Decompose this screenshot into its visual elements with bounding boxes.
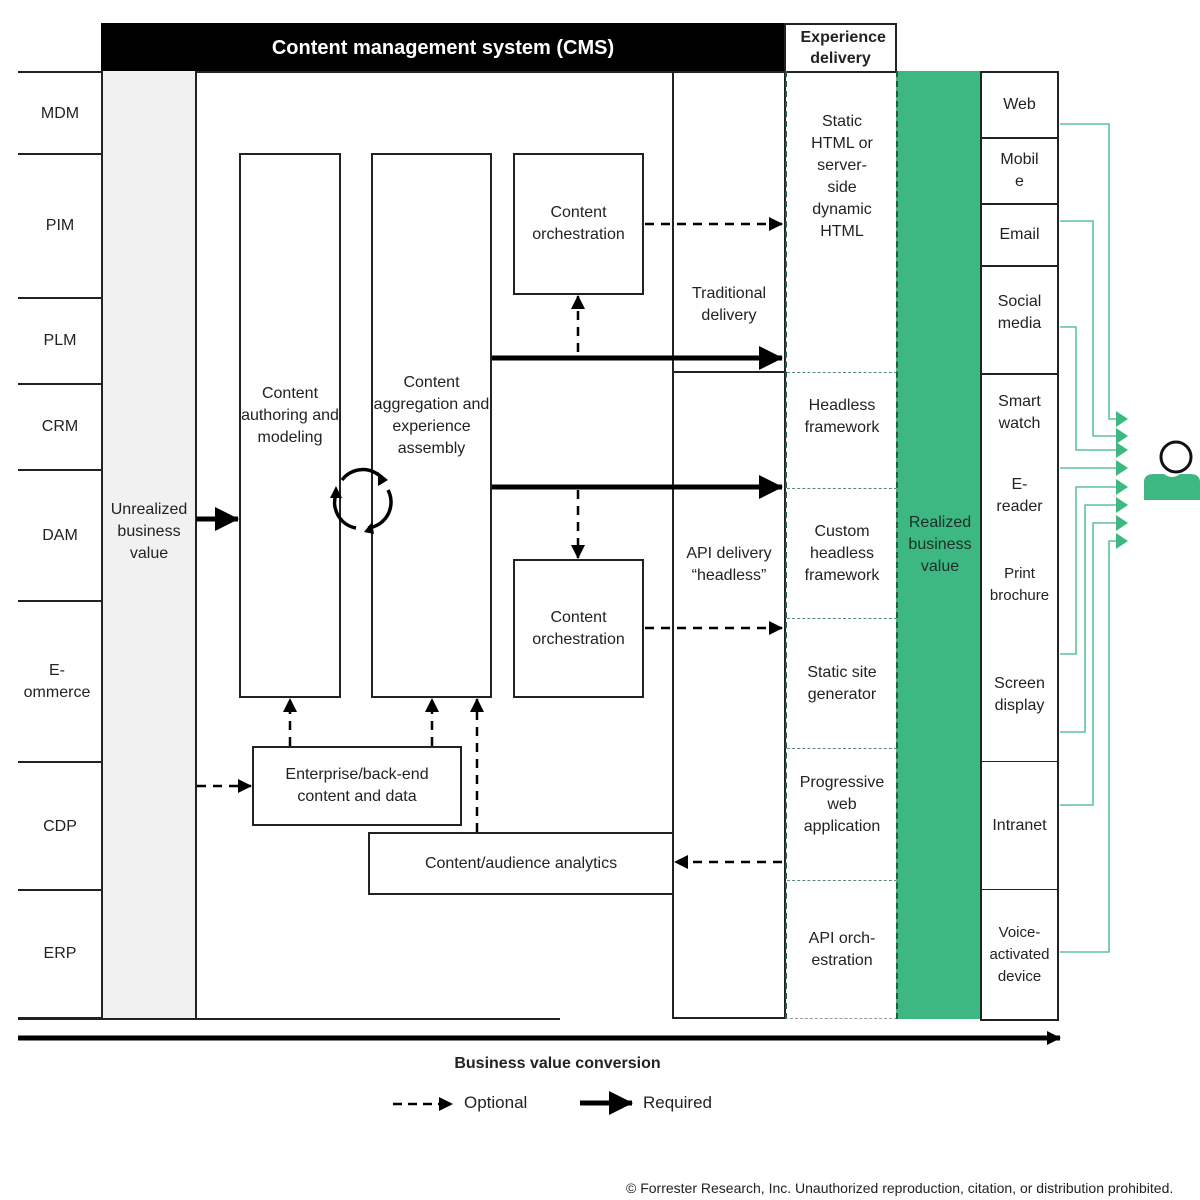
experience-title: Experience delivery <box>800 29 886 67</box>
experience-static-html: Static HTML or server-side dynamic HTML <box>787 71 897 373</box>
source-dam: DAM <box>18 469 102 600</box>
source-cdp: CDP <box>18 761 102 890</box>
source-ecommerce: E- ommerce <box>18 600 102 762</box>
realized-business-value: Realized business value <box>896 71 982 1019</box>
channel-smart-watch: Smart watch <box>980 375 1059 453</box>
channel-e-reader: E-reader <box>980 451 1059 543</box>
legend-required-label: Required <box>643 1093 712 1112</box>
content-orchestration-bottom-box: Content orchestration <box>513 559 644 698</box>
content-authoring-box: Content authoring and modeling <box>239 153 341 698</box>
source-systems: MDM PIM PLM CRM DAM E- ommerce CDP ERP <box>18 71 102 1019</box>
axis-label: Business value conversion <box>454 1055 661 1072</box>
channel-social-media: Social media <box>980 267 1059 375</box>
delivery-divider <box>672 371 786 373</box>
channel-voice-device: Voice-activated device <box>980 890 1059 1021</box>
channel-mobile: Mobil e <box>980 139 1059 205</box>
experience-headless-framework: Headless framework <box>787 373 897 489</box>
experience-static-site-generator: Static site generator <box>787 619 897 749</box>
copyright-footer: © Forrester Research, Inc. Unauthorized … <box>626 1180 1174 1196</box>
user-icon <box>1142 440 1200 502</box>
experience-delivery-header: Experience delivery <box>784 23 897 73</box>
channel-connectors <box>1060 123 1118 953</box>
traditional-delivery-label: Traditional delivery <box>691 285 767 324</box>
legend-optional-label: Optional <box>464 1093 528 1112</box>
channels-column: Web Mobil e Email Social media Smart wat… <box>980 71 1059 1021</box>
channel-print-brochure: Print brochure <box>980 541 1059 631</box>
content-orchestration-top-box: Content orchestration <box>513 153 644 295</box>
source-pim: PIM <box>18 153 102 297</box>
cms-header: Content management system (CMS) <box>101 23 785 73</box>
source-mdm: MDM <box>18 71 102 154</box>
source-plm: PLM <box>18 297 102 383</box>
channel-intranet: Intranet <box>980 762 1059 891</box>
cms-title: Content management system (CMS) <box>271 36 615 59</box>
content-analytics-box: Content/audience analytics <box>368 832 674 895</box>
api-delivery-label: API delivery “headless” <box>686 545 772 584</box>
content-aggregation-box: Content aggregation and experience assem… <box>371 153 492 698</box>
channel-web: Web <box>980 73 1059 139</box>
experience-api-orchestration: API orch-estration <box>808 929 876 969</box>
source-erp: ERP <box>18 889 102 1019</box>
unrealized-business-value: Unrealized business value <box>101 71 197 1019</box>
experience-custom-headless: Custom headless framework <box>787 489 897 619</box>
source-crm: CRM <box>18 383 102 469</box>
channel-screen-display: Screen display <box>980 629 1059 763</box>
experience-column: Static HTML or server-side dynamic HTML … <box>785 71 897 1019</box>
channel-arrowheads <box>1116 411 1128 549</box>
channel-email: Email <box>980 205 1059 267</box>
experience-pwa: Progressive web application <box>787 749 897 881</box>
enterprise-content-box: Enterprise/back-end content and data <box>252 746 462 826</box>
